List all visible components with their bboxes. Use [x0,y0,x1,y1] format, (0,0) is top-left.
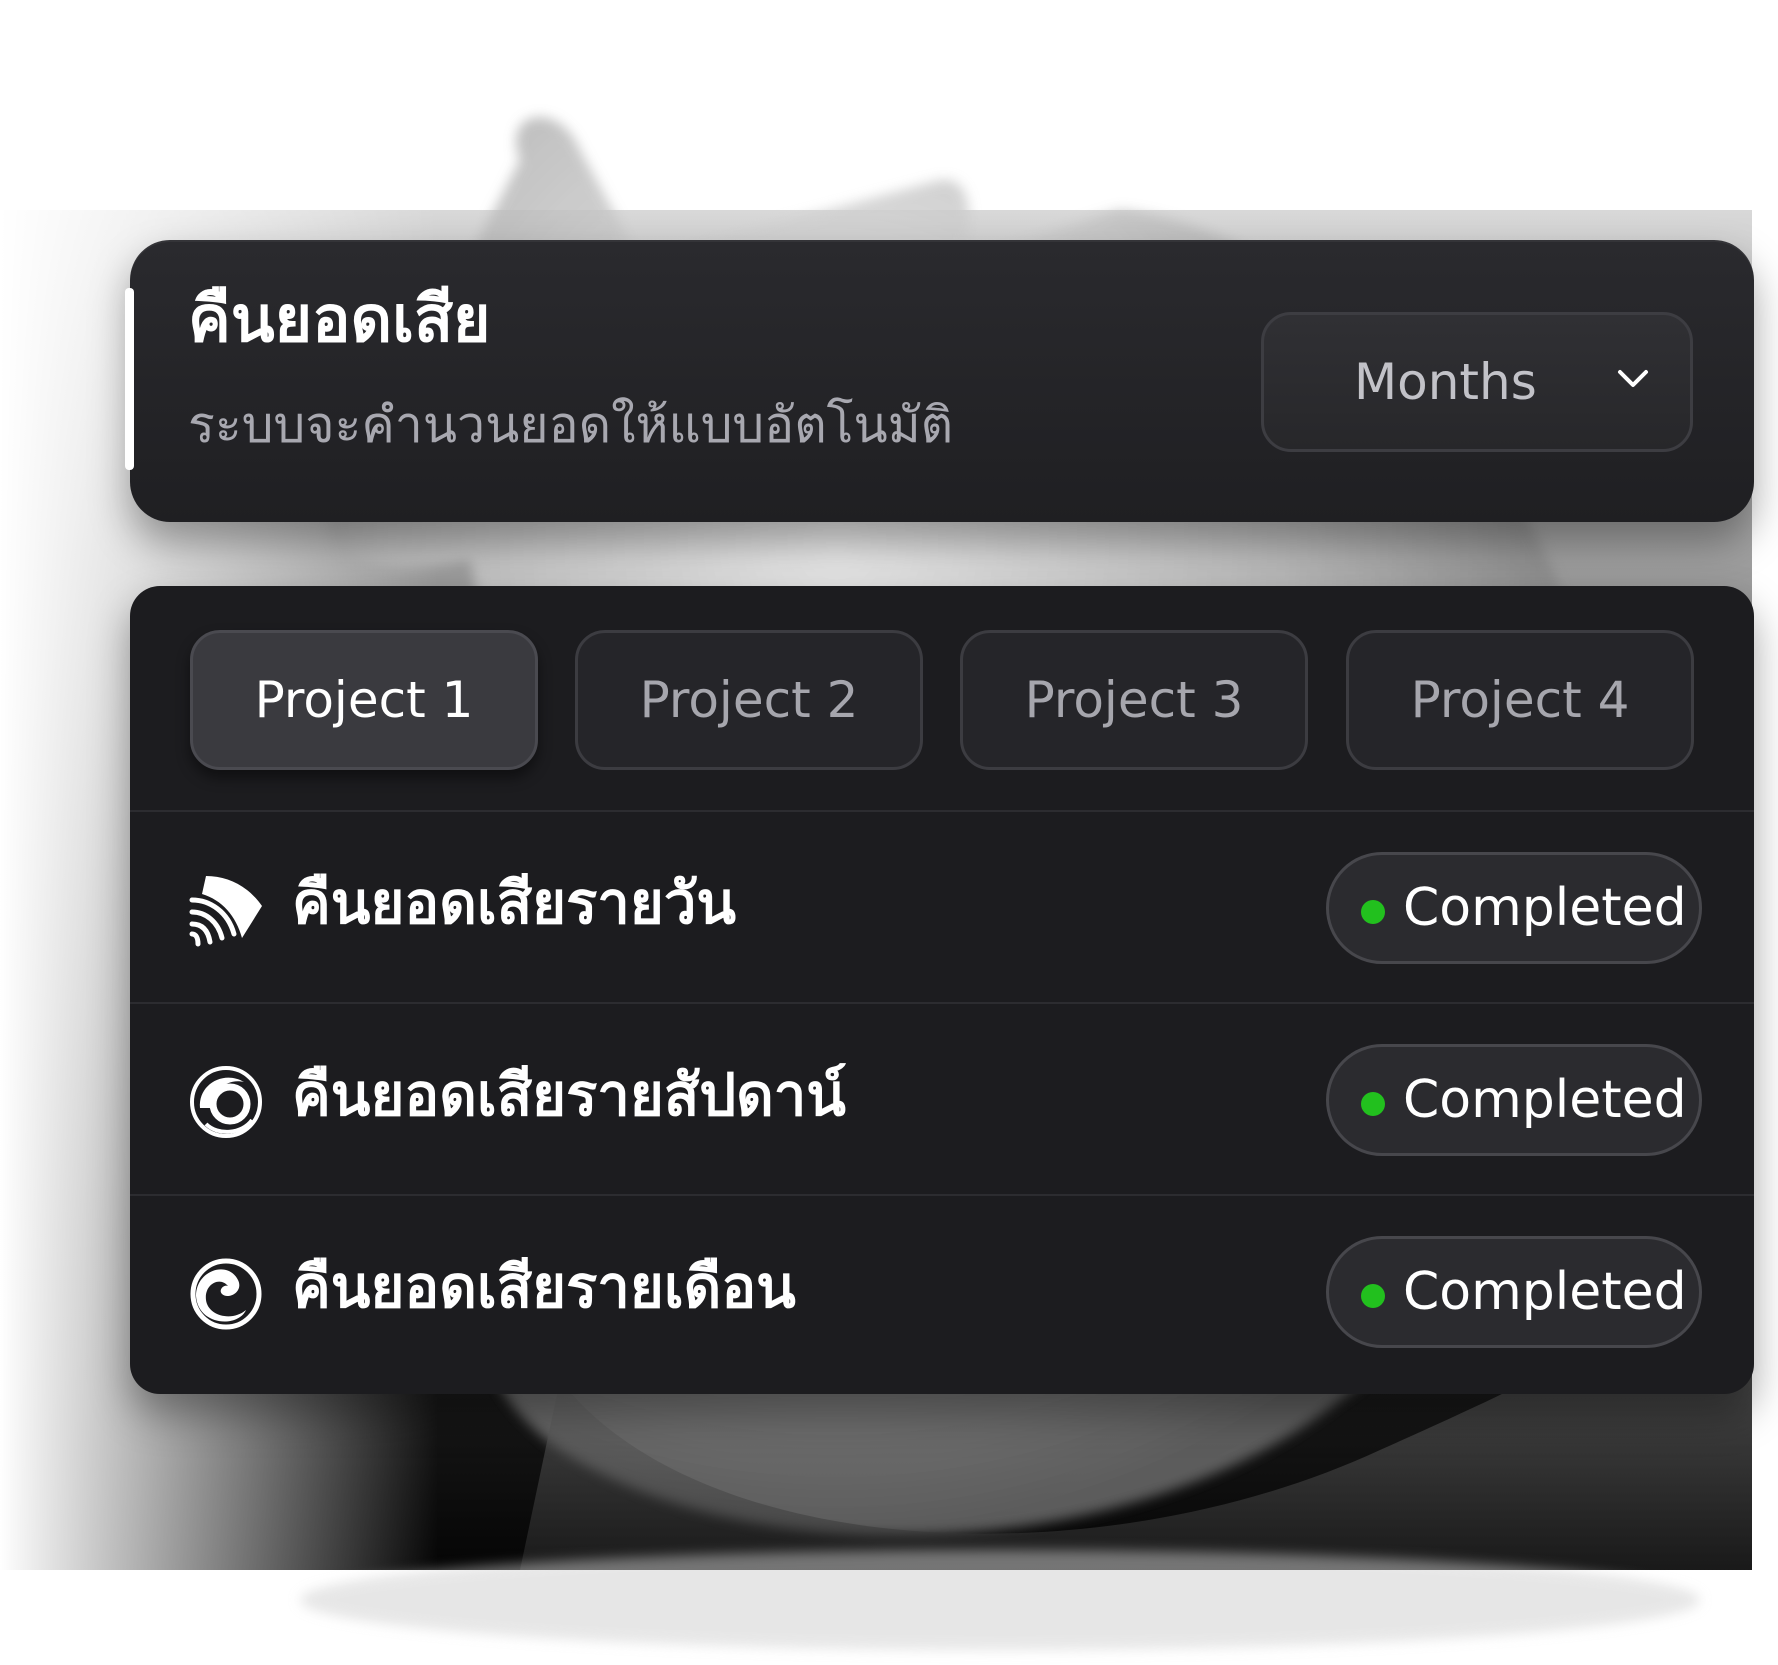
list-item-daily[interactable]: คืนยอดเสียรายวัน Completed [130,810,1754,1004]
header-card: คืนยอดเสีย ระบบจะคำนวนยอดให้แบบอัตโนมัติ… [125,240,1754,522]
project-tabs: Project 1 Project 2 Project 3 Project 4 [190,630,1694,770]
main-card: Project 1 Project 2 Project 3 Project 4 … [130,586,1754,1394]
status-text: Completed [1403,1070,1687,1130]
swirl-circle-icon [190,1066,262,1138]
tab-project-2[interactable]: Project 2 [575,630,923,770]
status-badge: Completed [1326,852,1702,964]
list-item-monthly[interactable]: คืนยอดเสียรายเดือน Completed [130,1194,1754,1388]
status-text: Completed [1403,1262,1687,1322]
status-dot [1361,1284,1385,1308]
status-badge: Completed [1326,1236,1702,1348]
list-item-label: คืนยอดเสียรายเดือน [292,1253,796,1321]
list-item-weekly[interactable]: คืนยอดเสียรายสัปดาน์ Completed [130,1002,1754,1196]
page-subtitle: ระบบจะคำนวนยอดให้แบบอัตโนมัติ [188,396,954,454]
status-badge: Completed [1326,1044,1702,1156]
period-select[interactable]: Months [1261,312,1693,452]
accent-bar [125,288,134,470]
list-item-label: คืนยอดเสียรายวัน [292,869,737,937]
tab-project-1[interactable]: Project 1 [190,630,538,770]
status-dot [1361,1092,1385,1116]
layered-fan-icon [189,876,262,947]
page-title: คืนยอดเสีย [188,283,491,357]
wave-circle-icon [190,1258,262,1330]
tab-project-4[interactable]: Project 4 [1346,630,1694,770]
status-text: Completed [1403,878,1687,938]
list-item-label: คืนยอดเสียรายสัปดาน์ [292,1061,846,1129]
period-select-value: Months [1354,353,1537,411]
status-dot [1361,900,1385,924]
chevron-down-icon [1618,370,1648,387]
tab-project-3[interactable]: Project 3 [960,630,1308,770]
